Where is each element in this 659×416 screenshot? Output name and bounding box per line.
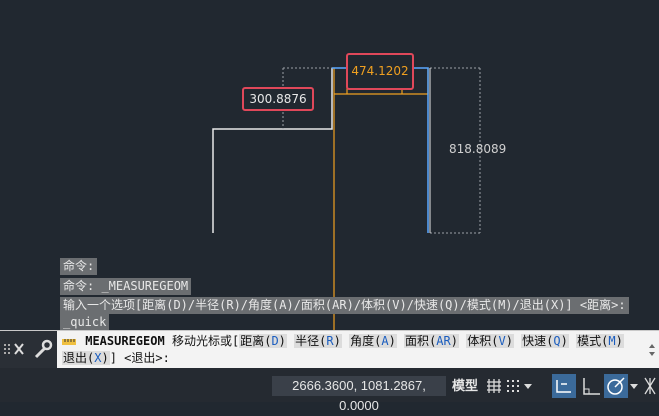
history-line: 命令: _MEASUREGEOM	[60, 278, 192, 295]
option-radius[interactable]: 半径(R)	[294, 334, 342, 348]
status-bar: 2666.3600, 1081.2867, 0.0000 模型	[0, 368, 659, 413]
model-tab[interactable]: 模型	[452, 376, 478, 396]
history-line: 输入一个选项[距离(D)/半径(R)/角度(A)/面积(AR)/体积(V)/快速…	[60, 297, 629, 314]
option-distance[interactable]: 距离(D)	[239, 334, 287, 348]
chevron-down-icon[interactable]	[628, 374, 640, 398]
command-default: ] <退出>:	[109, 351, 170, 365]
grid-snap-icon[interactable]	[505, 374, 521, 398]
option-angle[interactable]: 角度(A)	[349, 334, 397, 348]
chevron-down-icon[interactable]	[522, 374, 534, 398]
coordinates-readout[interactable]: 2666.3600, 1081.2867, 0.0000	[272, 376, 446, 413]
drawing-canvas[interactable]: 300.8876 474.1202 818.8089 命令: 命令: _MEAS…	[0, 0, 659, 331]
command-prompt[interactable]: MEASUREGEOM 移动光标或[距离(D) 半径(R) 角度(A) 面积(A…	[62, 333, 652, 367]
ruler-icon	[62, 338, 76, 345]
command-line[interactable]: MEASUREGEOM 移动光标或[距离(D) 半径(R) 角度(A) 面积(A…	[0, 330, 659, 369]
scroll-icon[interactable]	[649, 340, 655, 360]
dimension-top-label[interactable]: 474.1202	[346, 53, 414, 90]
snap-icon[interactable]	[552, 374, 576, 398]
dimension-right-label: 818.8089	[449, 142, 507, 156]
history-line: _quick	[60, 314, 110, 331]
command-prompt-text: 移动光标或[	[171, 334, 240, 348]
grid-icon[interactable]	[484, 374, 504, 398]
dimension-left-label[interactable]: 300.8876	[242, 87, 314, 111]
grip-icon[interactable]	[4, 344, 10, 354]
command-line-toolbar	[0, 331, 57, 369]
option-mode[interactable]: 模式(M)	[576, 334, 624, 348]
option-volume[interactable]: 体积(V)	[466, 334, 514, 348]
command-name: MEASUREGEOM	[85, 334, 165, 348]
history-line: 命令:	[60, 258, 98, 275]
wrench-icon[interactable]	[34, 339, 53, 359]
option-area[interactable]: 面积(AR)	[404, 334, 459, 348]
isodraft-icon[interactable]	[642, 374, 658, 398]
polar-icon[interactable]	[604, 374, 628, 398]
option-quick[interactable]: 快速(Q)	[521, 334, 569, 348]
close-icon[interactable]	[14, 343, 24, 355]
ortho-icon[interactable]	[580, 374, 602, 398]
option-exit[interactable]: 退出(X)	[62, 351, 110, 365]
